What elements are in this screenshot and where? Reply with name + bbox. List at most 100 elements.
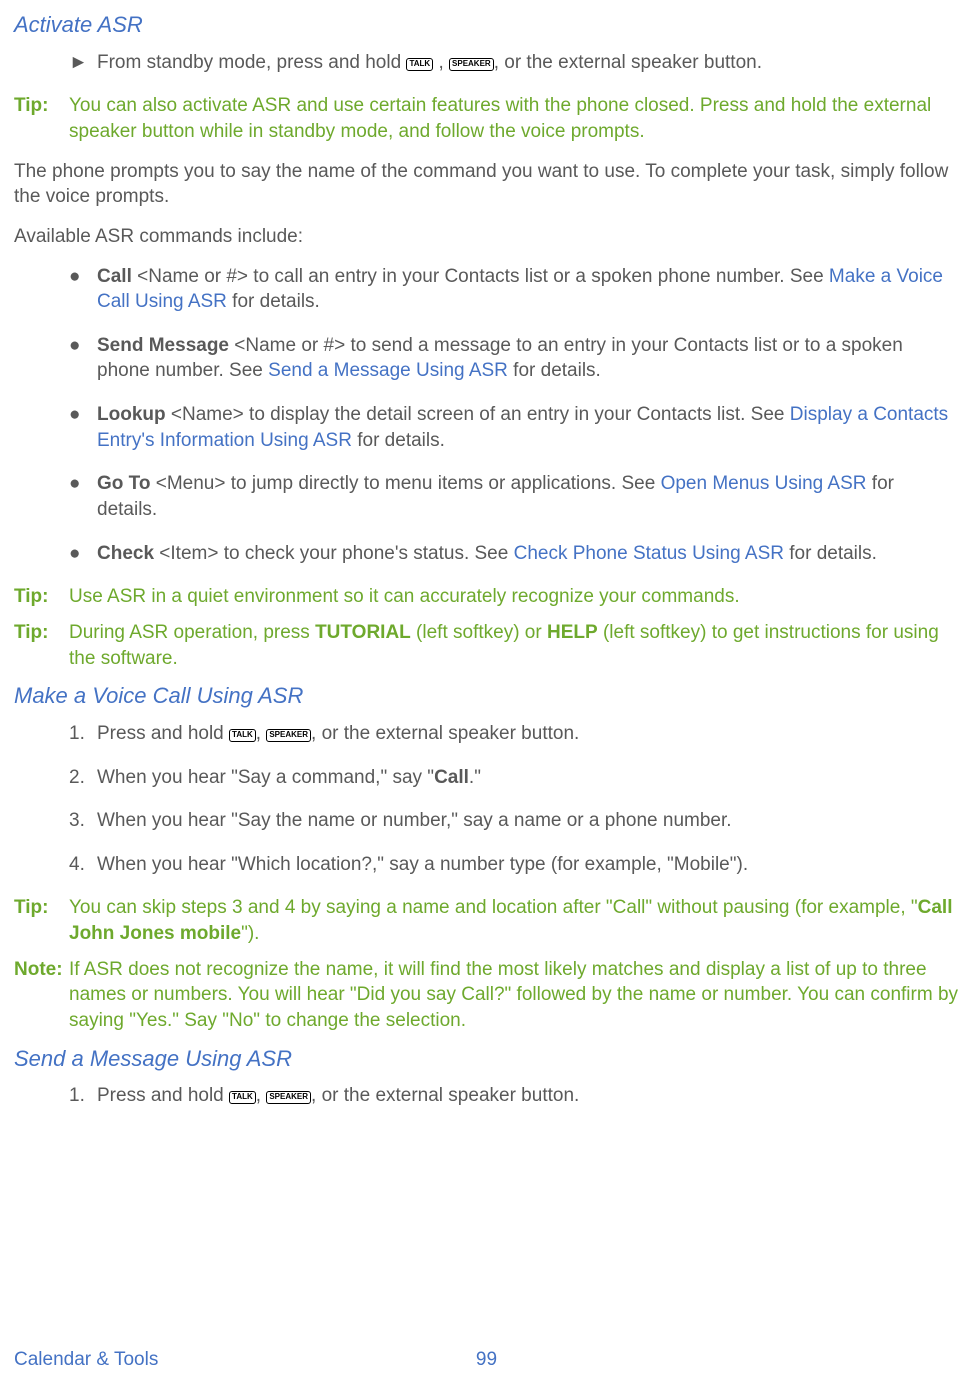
command-name: Send Message bbox=[97, 335, 229, 356]
arrow-item: ► From standby mode, press and hold TALK… bbox=[69, 50, 959, 76]
text: for details. bbox=[784, 543, 877, 564]
item-body: Call <Name or #> to call an entry in you… bbox=[97, 264, 959, 315]
arrow-list: ► From standby mode, press and hold TALK… bbox=[14, 50, 959, 76]
note-row: Note: If ASR does not recognize the name… bbox=[14, 957, 959, 1034]
text: Press and hold bbox=[97, 1085, 229, 1106]
tip-body: During ASR operation, press TUTORIAL (le… bbox=[69, 620, 959, 671]
numbered-list: 1. Press and hold TALK, SPEAKER, or the … bbox=[14, 1083, 959, 1109]
text: , bbox=[256, 1085, 267, 1106]
text: From standby mode, press and hold bbox=[97, 52, 406, 73]
text: for details. bbox=[508, 360, 601, 381]
text: Press and hold bbox=[97, 723, 229, 744]
heading-send-message: Send a Message Using ASR bbox=[14, 1044, 959, 1074]
link-send-message[interactable]: Send a Message Using ASR bbox=[268, 360, 508, 381]
command-name: Lookup bbox=[97, 404, 166, 425]
bullet-icon: ● bbox=[69, 402, 97, 453]
item-body: Send Message <Name or #> to send a messa… bbox=[97, 333, 959, 384]
bullet-list: ● Call <Name or #> to call an entry in y… bbox=[14, 264, 959, 567]
note-label: Note: bbox=[14, 957, 69, 1034]
bullet-icon: ● bbox=[69, 333, 97, 384]
tip-label: Tip: bbox=[14, 895, 69, 946]
number-marker: 1. bbox=[69, 1083, 97, 1109]
text: (left softkey) or bbox=[411, 622, 547, 643]
item-body: Press and hold TALK, SPEAKER, or the ext… bbox=[97, 1083, 959, 1109]
numbered-list: 1. Press and hold TALK, SPEAKER, or the … bbox=[14, 721, 959, 878]
arrow-body: From standby mode, press and hold TALK ,… bbox=[97, 50, 959, 76]
text: <Menu> to jump directly to menu items or… bbox=[150, 473, 660, 494]
footer-page-number: 99 bbox=[329, 1347, 644, 1373]
bullet-icon: ● bbox=[69, 471, 97, 522]
tip-body: You can also activate ASR and use certai… bbox=[69, 93, 959, 144]
command-word: Call bbox=[434, 767, 469, 788]
item-body: When you hear "Which location?," say a n… bbox=[97, 852, 959, 878]
softkey-help: HELP bbox=[547, 622, 598, 643]
text: You can skip steps 3 and 4 by saying a n… bbox=[69, 897, 918, 918]
text: <Name or #> to call an entry in your Con… bbox=[132, 266, 829, 287]
tip-row: Tip: During ASR operation, press TUTORIA… bbox=[14, 620, 959, 671]
speaker-key-icon: SPEAKER bbox=[266, 729, 311, 742]
heading-make-voice-call: Make a Voice Call Using ASR bbox=[14, 681, 959, 711]
talk-key-icon: TALK bbox=[229, 729, 256, 742]
list-item: 3. When you hear "Say the name or number… bbox=[69, 808, 959, 834]
tip-label: Tip: bbox=[14, 93, 69, 144]
speaker-key-icon: SPEAKER bbox=[449, 58, 494, 71]
text: , or the external speaker button. bbox=[494, 52, 762, 73]
text: ." bbox=[469, 767, 481, 788]
arrow-icon: ► bbox=[69, 50, 97, 76]
list-item: 1. Press and hold TALK, SPEAKER, or the … bbox=[69, 1083, 959, 1109]
list-item: 4. When you hear "Which location?," say … bbox=[69, 852, 959, 878]
list-item: ● Lookup <Name> to display the detail sc… bbox=[69, 402, 959, 453]
link-check-status[interactable]: Check Phone Status Using ASR bbox=[514, 543, 784, 564]
footer-section-title: Calendar & Tools bbox=[14, 1347, 329, 1373]
text: , or the external speaker button. bbox=[311, 1085, 579, 1106]
text: "). bbox=[241, 923, 259, 944]
heading-activate-asr: Activate ASR bbox=[14, 10, 959, 40]
item-body: When you hear "Say the name or number," … bbox=[97, 808, 959, 834]
item-body: Lookup <Name> to display the detail scre… bbox=[97, 402, 959, 453]
talk-key-icon: TALK bbox=[406, 58, 433, 71]
text: , bbox=[256, 723, 267, 744]
item-body: Check <Item> to check your phone's statu… bbox=[97, 541, 959, 567]
list-item: 2. When you hear "Say a command," say "C… bbox=[69, 765, 959, 791]
list-item: 1. Press and hold TALK, SPEAKER, or the … bbox=[69, 721, 959, 747]
tip-row: Tip: You can also activate ASR and use c… bbox=[14, 93, 959, 144]
number-marker: 3. bbox=[69, 808, 97, 834]
item-body: Go To <Menu> to jump directly to menu it… bbox=[97, 471, 959, 522]
text: , or the external speaker button. bbox=[311, 723, 579, 744]
list-item: ● Call <Name or #> to call an entry in y… bbox=[69, 264, 959, 315]
text: When you hear "Say a command," say " bbox=[97, 767, 434, 788]
tip-label: Tip: bbox=[14, 620, 69, 671]
text: <Name> to display the detail screen of a… bbox=[166, 404, 790, 425]
speaker-key-icon: SPEAKER bbox=[266, 1091, 311, 1104]
number-marker: 4. bbox=[69, 852, 97, 878]
number-marker: 2. bbox=[69, 765, 97, 791]
page-footer: Calendar & Tools 99 bbox=[14, 1347, 959, 1373]
talk-key-icon: TALK bbox=[229, 1091, 256, 1104]
tip-row: Tip: You can skip steps 3 and 4 by sayin… bbox=[14, 895, 959, 946]
list-item: ● Check <Item> to check your phone's sta… bbox=[69, 541, 959, 567]
note-body: If ASR does not recognize the name, it w… bbox=[69, 957, 959, 1034]
tip-body: You can skip steps 3 and 4 by saying a n… bbox=[69, 895, 959, 946]
tip-row: Tip: Use ASR in a quiet environment so i… bbox=[14, 584, 959, 610]
text: for details. bbox=[227, 291, 320, 312]
text: During ASR operation, press bbox=[69, 622, 315, 643]
command-name: Call bbox=[97, 266, 132, 287]
paragraph: The phone prompts you to say the name of… bbox=[14, 159, 959, 210]
text: <Item> to check your phone's status. See bbox=[154, 543, 514, 564]
command-name: Check bbox=[97, 543, 154, 564]
tip-body: Use ASR in a quiet environment so it can… bbox=[69, 584, 959, 610]
number-marker: 1. bbox=[69, 721, 97, 747]
list-item: ● Send Message <Name or #> to send a mes… bbox=[69, 333, 959, 384]
softkey-tutorial: TUTORIAL bbox=[315, 622, 411, 643]
item-body: Press and hold TALK, SPEAKER, or the ext… bbox=[97, 721, 959, 747]
text: for details. bbox=[352, 430, 445, 451]
command-name: Go To bbox=[97, 473, 150, 494]
tip-label: Tip: bbox=[14, 584, 69, 610]
item-body: When you hear "Say a command," say "Call… bbox=[97, 765, 959, 791]
link-open-menus[interactable]: Open Menus Using ASR bbox=[661, 473, 867, 494]
paragraph: Available ASR commands include: bbox=[14, 224, 959, 250]
bullet-icon: ● bbox=[69, 264, 97, 315]
footer-spacer bbox=[644, 1347, 959, 1373]
bullet-icon: ● bbox=[69, 541, 97, 567]
text: , bbox=[433, 52, 449, 73]
